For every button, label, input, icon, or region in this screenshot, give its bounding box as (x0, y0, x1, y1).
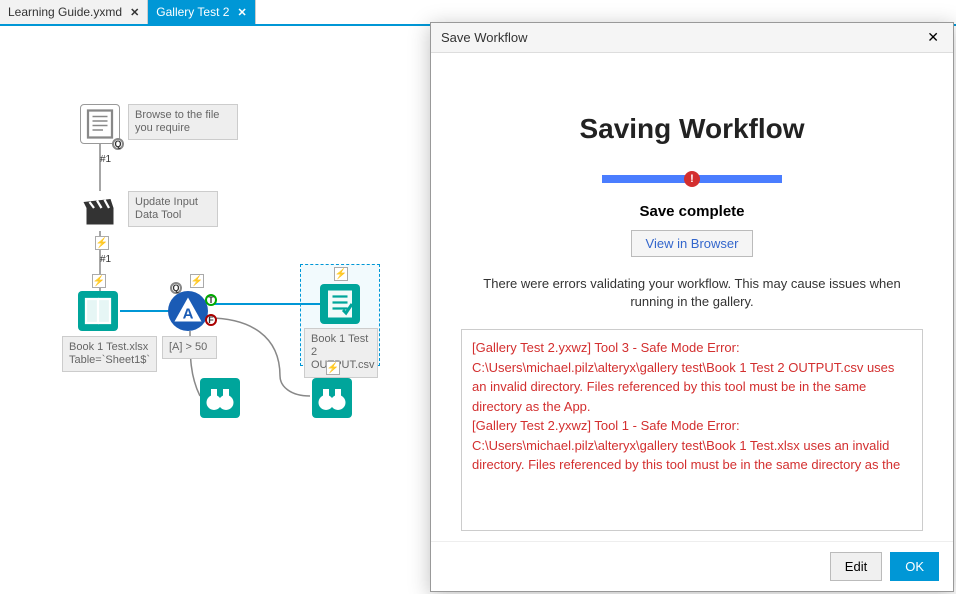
close-icon[interactable]: ✕ (237, 6, 246, 19)
close-icon[interactable]: ✕ (923, 29, 943, 46)
anchor-q-icon: Q (112, 138, 124, 150)
anchor-label-2: #1 (100, 254, 111, 265)
svg-text:A: A (183, 306, 194, 323)
alert-icon: ! (684, 171, 700, 187)
anchor-false-icon: F (205, 314, 217, 326)
close-icon[interactable]: ✕ (130, 6, 139, 19)
anchor-true-icon: T (205, 294, 217, 306)
filter-label: [A] > 50 (162, 336, 217, 359)
tab-label: Learning Guide.yxmd (8, 5, 122, 19)
browse-tool-2[interactable] (312, 378, 352, 418)
dialog-footer: Edit OK (431, 541, 953, 591)
lightning-icon: ⚡ (190, 274, 204, 288)
view-in-browser-button[interactable]: View in Browser (631, 230, 754, 257)
anchor-label-1: #1 (100, 154, 111, 165)
edit-button[interactable]: Edit (830, 552, 882, 581)
lightning-icon: ⚡ (95, 236, 109, 250)
save-status: Save complete (461, 203, 923, 220)
error-line: [Gallery Test 2.yxwz] Tool 3 - Safe Mode… (472, 338, 912, 416)
output-data-label: Book 1 Test 2 OUTPUT.csv (304, 328, 378, 378)
tab-label: Gallery Test 2 (156, 5, 229, 19)
validation-message: There were errors validating your workfl… (461, 275, 923, 311)
dialog-body: Saving Workflow ! Save complete View in … (431, 53, 953, 541)
lightning-icon: ⚡ (334, 267, 348, 281)
dialog-title: Save Workflow (441, 30, 527, 45)
filter-tool[interactable]: A (168, 291, 208, 331)
tab-gallery-test-2[interactable]: Gallery Test 2 ✕ (148, 0, 255, 24)
output-data-tool[interactable] (320, 284, 360, 324)
update-input-tool[interactable] (80, 191, 120, 231)
progress-bar: ! (461, 175, 923, 183)
dialog-heading: Saving Workflow (461, 113, 923, 145)
dialog-header: Save Workflow ✕ (431, 23, 953, 53)
error-line: [Gallery Test 2.yxwz] Tool 1 - Safe Mode… (472, 416, 912, 475)
tab-learning-guide[interactable]: Learning Guide.yxmd ✕ (0, 0, 148, 24)
file-browse-caption: Browse to the file you require (128, 104, 238, 140)
anchor-q-icon: Q (170, 282, 182, 294)
update-input-caption: Update Input Data Tool (128, 191, 218, 227)
save-workflow-dialog: Save Workflow ✕ Saving Workflow ! Save c… (430, 22, 954, 592)
lightning-icon: ⚡ (326, 361, 340, 375)
input-data-label: Book 1 Test.xlsx Table=`Sheet1$` (62, 336, 157, 372)
error-panel[interactable]: [Gallery Test 2.yxwz] Tool 3 - Safe Mode… (461, 329, 923, 531)
ok-button[interactable]: OK (890, 552, 939, 581)
lightning-icon: ⚡ (92, 274, 106, 288)
browse-tool-1[interactable] (200, 378, 240, 418)
input-data-tool[interactable] (78, 291, 118, 331)
